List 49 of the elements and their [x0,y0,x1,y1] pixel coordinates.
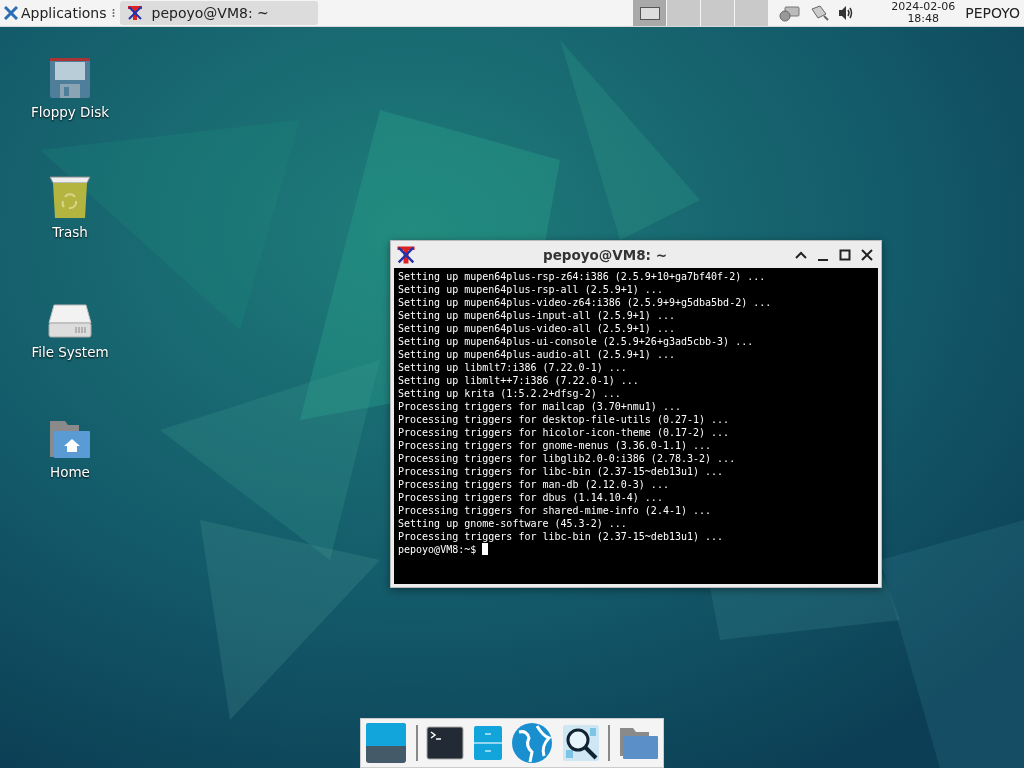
search-icon[interactable] [561,724,600,762]
desktop-icon-label[interactable]: File System [31,344,109,360]
desktop-icon-label[interactable]: Trash [52,224,88,240]
terminal-output-line: Processing triggers for dbus (1.14.10-4) ... [398,491,664,504]
terminal-output-line: Setting up mupen64plus-rsp-all (2.5.9+1) ... [398,283,664,296]
desktop-icon-label[interactable]: Floppy Disk [30,104,110,120]
terminal-output-line: Setting up krita (1:5.2.2+dfsg-2) ... [398,387,622,400]
window-title: pepoyo@VM8: ~ [542,246,668,263]
terminal-output-line: Setting up mupen64plus-video-z64:i386 (2.5.9+9+g5dba5bd-2) ... [398,296,773,309]
network-icon[interactable] [779,4,802,22]
workspace-button[interactable] [633,0,667,26]
file-cabinet-icon[interactable] [472,725,503,761]
terminal-output-line: Processing triggers for libglib2.0-0:i386 (2.78.3-2) ... [398,452,737,465]
terminal-output-line: Processing triggers for desktop-file-utils (0.27-1) ... [398,413,731,426]
close-icon[interactable] [859,246,875,263]
applications-menu-button[interactable]: Applications [0,0,109,26]
terminal-output-line: Processing triggers for man-db (2.12.0-3) ... [398,478,670,491]
panel-handle-icon[interactable] [111,6,117,20]
clock-date[interactable]: 2024-02-06 [891,1,956,13]
hard-drive-icon [48,303,92,339]
user-name[interactable]: PEPOYO [965,5,1020,21]
desktop-icon-label[interactable]: Home [50,464,90,480]
taskbar-window-button[interactable]: pepoyo@VM8: ~ [119,1,318,25]
terminal-output-line: Setting up mupen64plus-video-all (2.5.9+1) ... [398,322,676,335]
show-desktop-icon[interactable] [365,722,407,764]
terminal-app-icon [395,243,417,266]
terminal-output-line: Setting up mupen64plus-audio-all (2.5.9+1) ... [398,348,676,361]
folder-icon[interactable] [618,726,659,760]
terminal-output-line: Processing triggers for gnome-menus (3.36.0-1.1) ... [398,439,713,452]
terminal-app-icon [125,4,144,22]
terminal-output-line: Processing triggers for shared-mime-info (2.4-1) ... [398,504,713,517]
terminal-output-line: Setting up mupen64plus-ui-console (2.5.9+26+g3ad5cbb-3) ... [398,335,755,348]
terminal-output-line: Processing triggers for mailcap (3.70+nmu1) ... [398,400,682,413]
terminal-prompt: pepoyo@VM8:~$ [398,544,477,555]
terminal-output-line: Processing triggers for hicolor-icon-theme (0.17-2) ... [398,426,731,439]
terminal-output-line: Processing triggers for libc-bin (2.37-15~deb13u1) ... [398,465,725,478]
terminal-output-line: Setting up libmlt++7:i386 (7.22.0-1) ... [398,374,640,387]
terminal-output-line: Setting up mupen64plus-rsp-z64:i386 (2.5.9+10+ga7bf40f-2) ... [398,270,767,283]
terminal-icon[interactable] [426,726,465,760]
terminal-output-line: Processing triggers for libc-bin (2.37-15~deb13u1) ... [398,530,725,543]
globe-icon[interactable] [511,722,554,764]
home-folder-icon [49,419,91,459]
terminal-output-line: Setting up mupen64plus-input-all (2.5.9+1) ... [398,309,676,322]
trash-can-icon [47,175,93,219]
clock-time[interactable]: 18:48 [907,13,940,25]
xfce-logo-icon [4,6,18,20]
text-cursor [482,543,489,555]
terminal-output-line: Setting up libmlt7:i386 (7.22.0-1) ... [398,361,628,374]
terminal-output-line: Setting up gnome-software (45.3-2) ... [398,517,628,530]
